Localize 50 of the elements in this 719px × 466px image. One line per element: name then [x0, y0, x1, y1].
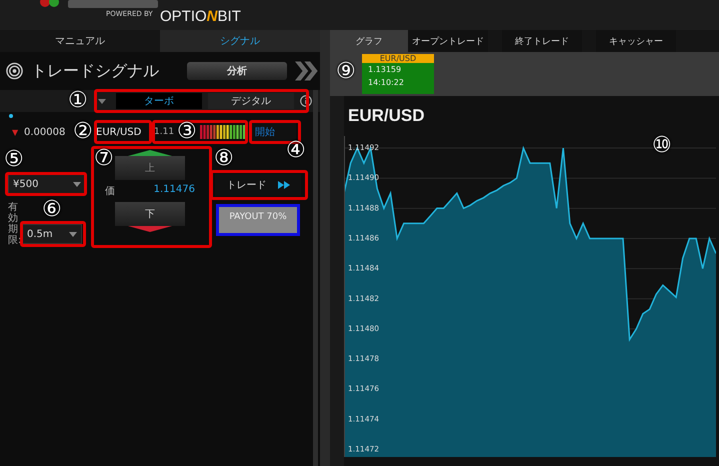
annotation-number: ⑤ — [4, 148, 24, 172]
trade-button[interactable]: トレード — [215, 174, 301, 196]
dropdown-caret-icon — [73, 182, 81, 186]
expiry-select[interactable]: 0.5m — [22, 224, 82, 244]
annotation-number: ⑦ — [94, 147, 114, 171]
panel-tab[interactable]: マニュアル — [0, 30, 160, 52]
panel-tab[interactable]: シグナル — [160, 30, 320, 52]
price-label: 価 — [105, 185, 115, 198]
annotation-number: ⑧ — [214, 147, 234, 171]
info-icon[interactable] — [300, 95, 312, 107]
status-dot — [9, 114, 13, 118]
chevrons-icon — [295, 61, 320, 81]
annotation-number: ⑩ — [652, 134, 672, 158]
start-button[interactable]: 開始 — [252, 123, 296, 141]
scrollbar[interactable] — [313, 90, 318, 466]
up-button[interactable]: 上 — [115, 150, 185, 180]
down-button[interactable]: 下 — [115, 202, 185, 232]
strength-meter-drawing — [200, 125, 246, 139]
change-value: 0.00008 — [24, 126, 66, 138]
caret-icon[interactable] — [98, 98, 106, 104]
payout-box: PAYOUT 70% — [216, 204, 300, 236]
annotation-number: ③ — [177, 120, 197, 144]
annotation-number: ⑥ — [42, 198, 62, 222]
ticker-time: 14:10:22 — [367, 77, 405, 89]
view-tab[interactable]: オープントレード — [408, 30, 488, 52]
analysis-button[interactable]: 分析 — [186, 62, 288, 80]
annotation-number: ⑨ — [336, 60, 356, 84]
price-value: 1.11476 — [154, 184, 195, 197]
asset-name: EUR/USD — [96, 126, 142, 138]
fast-forward-icon — [278, 181, 290, 189]
annotation-number: ① — [68, 89, 88, 113]
annotation-number: ② — [73, 120, 93, 144]
brand-logo: OPTIONBIT — [160, 8, 241, 25]
annotation-number: ④ — [286, 139, 306, 163]
type-tab[interactable]: ターボ — [116, 93, 202, 109]
ticker-price: 1.13159 — [367, 64, 402, 76]
price-value: 1.11 — [154, 127, 176, 137]
ticker-card[interactable]: EUR/USD 1.13159 14:10:22 — [362, 54, 434, 94]
change-arrow: ▼ — [12, 128, 20, 136]
annotation-box — [20, 221, 86, 247]
type-tab[interactable]: デジタル — [208, 93, 294, 109]
expiry-label: 有効期限: — [8, 202, 18, 246]
signal-icon — [6, 62, 24, 80]
view-tab[interactable]: キャッシャー — [596, 30, 676, 52]
panel-title: トレードシグナル — [31, 60, 160, 82]
view-tab[interactable]: グラフ — [330, 30, 408, 52]
chart-title: EUR/USD — [347, 106, 426, 127]
dropdown-caret-icon — [69, 232, 77, 236]
ticker-pair: EUR/USD — [362, 54, 434, 63]
view-tab[interactable]: 終了トレード — [502, 30, 582, 52]
